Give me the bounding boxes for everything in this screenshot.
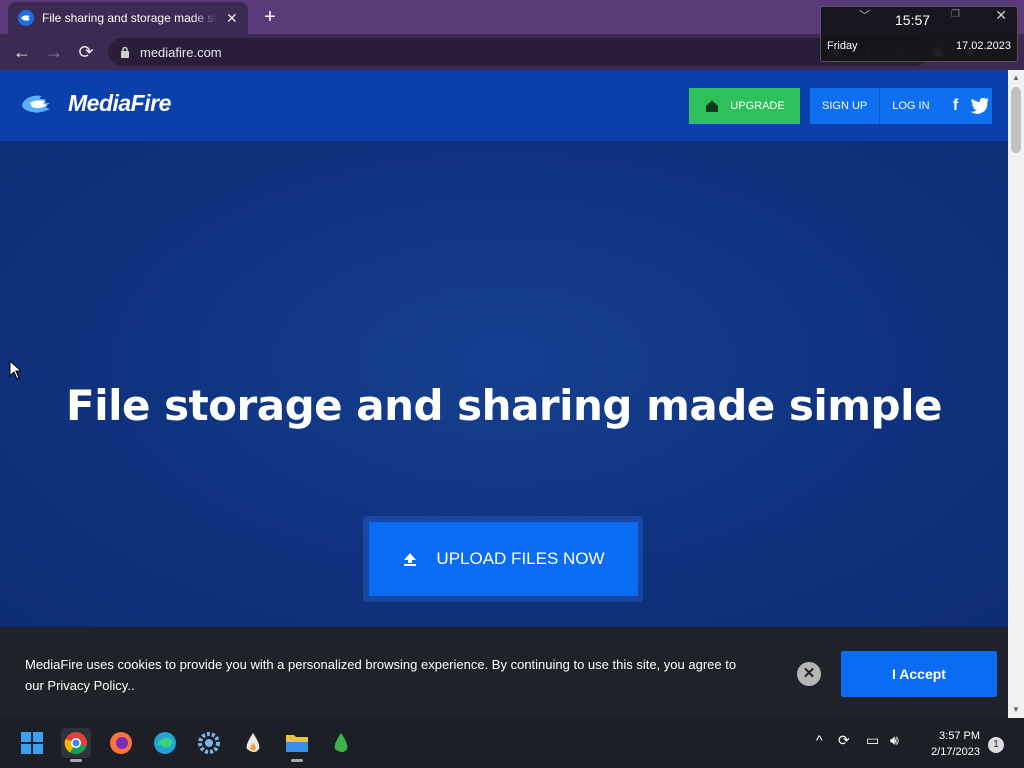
upload-arrow-icon	[404, 553, 417, 566]
lock-icon	[121, 46, 129, 58]
tray-chevron-up-icon[interactable]: ^	[816, 732, 823, 748]
clock-overlay-widget: ﹀ 15:57 ❐ ✕ Friday 17.02.2023	[820, 6, 1018, 62]
edge-icon	[154, 732, 176, 754]
signup-link[interactable]: SIGN UP	[810, 88, 879, 124]
back-button[interactable]: ←	[10, 40, 34, 64]
address-bar[interactable]: mediafire.com	[108, 38, 928, 66]
mediafire-page: MediaFire UPGRADE SIGN UP LOG IN f File …	[0, 70, 1008, 718]
upgrade-icon	[706, 100, 719, 112]
upgrade-button[interactable]: UPGRADE	[689, 88, 800, 124]
tab-close-icon[interactable]: ✕	[226, 10, 238, 27]
upload-files-button[interactable]: UPLOAD FILES NOW	[369, 522, 638, 596]
url-text: mediafire.com	[140, 44, 222, 60]
tab-title: File sharing and storage made simple	[42, 11, 218, 25]
folder-icon	[286, 735, 308, 752]
chrome-icon	[64, 732, 87, 755]
facebook-icon[interactable]: f	[946, 97, 966, 115]
hero-section: File storage and sharing made simple UPL…	[0, 141, 1008, 631]
network-icon[interactable]: ▭	[866, 732, 879, 749]
site-header: MediaFire UPGRADE SIGN UP LOG IN f	[0, 70, 1008, 141]
water-drop-icon	[246, 733, 260, 752]
overlay-date: 17.02.2023	[955, 40, 1011, 52]
gear-icon	[198, 732, 220, 754]
cookie-message: MediaFire uses cookies to provide you wi…	[25, 657, 737, 693]
taskbar-time: 3:57 PM	[939, 730, 980, 742]
running-indicator	[291, 759, 303, 762]
taskbar-settings[interactable]	[194, 728, 224, 758]
forward-button[interactable]: →	[42, 40, 66, 64]
hero-title: File storage and sharing made simple	[66, 381, 943, 430]
account-nav: SIGN UP LOG IN f	[810, 88, 992, 124]
mediafire-favicon-icon	[18, 10, 34, 26]
windows-logo-icon	[21, 732, 43, 754]
new-tab-button[interactable]: +	[258, 6, 282, 30]
close-icon[interactable]: ✕	[995, 7, 1007, 24]
volume-icon[interactable]: 🔊︎	[890, 732, 899, 749]
cookie-banner: MediaFire uses cookies to provide you wi…	[0, 627, 1008, 718]
firefox-icon	[110, 732, 132, 754]
mouse-cursor-icon	[9, 360, 21, 380]
taskbar-firefox[interactable]	[106, 728, 136, 758]
taskbar-clock[interactable]: 3:57 PM 2/17/2023	[920, 728, 980, 760]
scrollbar-thumb[interactable]	[1011, 87, 1021, 153]
upload-label: UPLOAD FILES NOW	[436, 549, 605, 568]
restore-icon[interactable]: ❐	[951, 9, 960, 20]
taskbar-file-explorer[interactable]	[282, 728, 312, 762]
taskbar-app-green-drop[interactable]	[326, 728, 356, 758]
notification-badge[interactable]: 1	[988, 737, 1004, 753]
page-scrollbar[interactable]: ▲ ▼	[1008, 70, 1024, 718]
taskbar-date: 2/17/2023	[931, 746, 980, 758]
cookie-accept-button[interactable]: I Accept	[841, 651, 997, 697]
mediafire-logo[interactable]: MediaFire	[20, 90, 171, 117]
overlay-time: 15:57	[895, 12, 931, 28]
overlay-day: Friday	[827, 40, 858, 52]
cookie-dismiss-button[interactable]: ✕	[797, 662, 821, 686]
login-link[interactable]: LOG IN	[880, 88, 941, 124]
twitter-icon[interactable]	[969, 98, 990, 114]
start-button[interactable]	[17, 728, 47, 758]
windows-taskbar: ^ ⟳ ▭ 🔊︎ 3:57 PM 2/17/2023 1	[0, 718, 1024, 768]
taskbar-app-drop[interactable]	[238, 728, 268, 758]
flame-logo-icon	[22, 95, 50, 113]
chevron-down-icon[interactable]: ﹀	[859, 7, 870, 23]
reload-button[interactable]: ⟳	[74, 40, 98, 64]
taskbar-chrome[interactable]	[61, 728, 91, 762]
taskbar-edge[interactable]	[150, 728, 180, 758]
upgrade-label: UPGRADE	[730, 100, 785, 112]
sync-icon[interactable]: ⟳	[838, 732, 850, 749]
browser-tab-active[interactable]: File sharing and storage made simple ✕	[8, 2, 248, 34]
active-indicator	[70, 759, 82, 762]
green-drop-icon	[334, 733, 348, 752]
scroll-up-arrow-icon[interactable]: ▲	[1008, 70, 1024, 86]
logo-text: MediaFire	[68, 90, 171, 116]
scroll-down-arrow-icon[interactable]: ▼	[1008, 702, 1024, 718]
